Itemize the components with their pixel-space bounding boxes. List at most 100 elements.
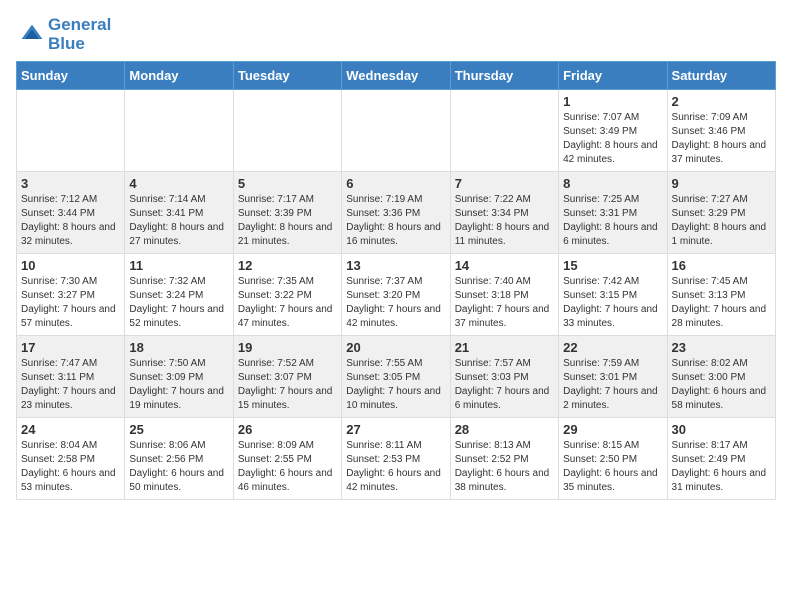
day-number: 11	[129, 258, 228, 273]
day-info: Sunrise: 7:37 AM Sunset: 3:20 PM Dayligh…	[346, 275, 445, 331]
day-number: 19	[238, 340, 337, 355]
calendar-cell: 26Sunrise: 8:09 AM Sunset: 2:55 PM Dayli…	[233, 418, 341, 500]
calendar-cell: 15Sunrise: 7:42 AM Sunset: 3:15 PM Dayli…	[559, 254, 667, 336]
day-number: 5	[238, 176, 337, 191]
calendar-cell	[125, 90, 233, 172]
day-number: 20	[346, 340, 445, 355]
calendar-cell: 19 Sunrise: 7:52 AM Sunset: 3:07 PM Dayli…	[233, 336, 341, 418]
weekday-header: Monday	[125, 62, 233, 90]
day-number: 2	[672, 94, 771, 109]
calendar-cell: 24 Sunrise: 8:04 AM Sunset: 2:58 PM Dayli…	[17, 418, 125, 500]
day-info: Sunrise: 8:15 AM Sunset: 2:50 PM Dayligh…	[563, 439, 662, 495]
calendar-cell: 6 Sunrise: 7:19 AM Sunset: 3:36 PM Daylig…	[342, 172, 450, 254]
calendar-cell: 27 Sunrise: 8:11 AM Sunset: 2:53 PM Dayli…	[342, 418, 450, 500]
day-info: Sunrise: 8:13 AM Sunset: 2:52 PM Dayligh…	[455, 439, 554, 495]
weekday-row: SundayMondayTuesdayWednesdayThursdayFrid…	[17, 62, 776, 90]
day-number: 22	[563, 340, 662, 355]
day-info: Sunrise: 7:12 AM Sunset: 3:44 PM Dayligh…	[21, 193, 120, 249]
day-info: Sunrise: 7:14 AM Sunset: 3:41 PM Dayligh…	[129, 193, 228, 249]
weekday-header: Saturday	[667, 62, 775, 90]
calendar-week-row: 1 Sunrise: 7:07 AM Sunset: 3:49 PM Daylig…	[17, 90, 776, 172]
calendar-cell: 29 Sunrise: 8:15 AM Sunset: 2:50 PM Dayli…	[559, 418, 667, 500]
day-number: 26	[238, 422, 337, 437]
day-info: Sunrise: 7:59 AM Sunset: 3:01 PM Dayligh…	[563, 357, 662, 413]
calendar-week-row: 24 Sunrise: 8:04 AM Sunset: 2:58 PM Dayli…	[17, 418, 776, 500]
day-info: Sunrise: 7:50 AM Sunset: 3:09 PM Dayligh…	[129, 357, 228, 413]
day-number: 18	[129, 340, 228, 355]
calendar-table: SundayMondayTuesdayWednesdayThursdayFrid…	[16, 61, 776, 500]
day-number: 9	[672, 176, 771, 191]
day-number: 29	[563, 422, 662, 437]
calendar-cell: 20 Sunrise: 7:55 AM Sunset: 3:05 PM Dayli…	[342, 336, 450, 418]
day-number: 13	[346, 258, 445, 273]
logo-icon	[20, 23, 44, 47]
day-info: Sunrise: 8:06 AM Sunset: 2:56 PM Dayligh…	[129, 439, 228, 495]
calendar-cell: 16 Sunrise: 7:45 AM Sunset: 3:13 PM Dayli…	[667, 254, 775, 336]
day-number: 30	[672, 422, 771, 437]
day-info: Sunrise: 7:57 AM Sunset: 3:03 PM Dayligh…	[455, 357, 554, 413]
logo: General Blue	[20, 16, 111, 53]
day-number: 12	[238, 258, 337, 273]
day-info: Sunrise: 7:55 AM Sunset: 3:05 PM Dayligh…	[346, 357, 445, 413]
day-number: 4	[129, 176, 228, 191]
day-number: 8	[563, 176, 662, 191]
day-info: Sunrise: 7:47 AM Sunset: 3:11 PM Dayligh…	[21, 357, 120, 413]
logo-text: General Blue	[48, 16, 111, 53]
day-info: Sunrise: 8:11 AM Sunset: 2:53 PM Dayligh…	[346, 439, 445, 495]
day-info: Sunrise: 7:30 AM Sunset: 3:27 PM Dayligh…	[21, 275, 120, 331]
calendar-cell: 30Sunrise: 8:17 AM Sunset: 2:49 PM Dayli…	[667, 418, 775, 500]
day-number: 27	[346, 422, 445, 437]
calendar-cell: 28 Sunrise: 8:13 AM Sunset: 2:52 PM Dayli…	[450, 418, 558, 500]
day-number: 15	[563, 258, 662, 273]
day-info: Sunrise: 8:04 AM Sunset: 2:58 PM Dayligh…	[21, 439, 120, 495]
calendar-cell: 8 Sunrise: 7:25 AM Sunset: 3:31 PM Daylig…	[559, 172, 667, 254]
calendar-week-row: 3Sunrise: 7:12 AM Sunset: 3:44 PM Daylig…	[17, 172, 776, 254]
calendar-cell: 10 Sunrise: 7:30 AM Sunset: 3:27 PM Dayli…	[17, 254, 125, 336]
calendar-body: 1 Sunrise: 7:07 AM Sunset: 3:49 PM Daylig…	[17, 90, 776, 500]
calendar-cell: 25 Sunrise: 8:06 AM Sunset: 2:56 PM Dayli…	[125, 418, 233, 500]
day-number: 25	[129, 422, 228, 437]
day-number: 14	[455, 258, 554, 273]
day-info: Sunrise: 8:02 AM Sunset: 3:00 PM Dayligh…	[672, 357, 771, 413]
calendar-cell	[342, 90, 450, 172]
day-info: Sunrise: 7:35 AM Sunset: 3:22 PM Dayligh…	[238, 275, 337, 331]
weekday-header: Tuesday	[233, 62, 341, 90]
weekday-header: Sunday	[17, 62, 125, 90]
calendar-cell: 17 Sunrise: 7:47 AM Sunset: 3:11 PM Dayli…	[17, 336, 125, 418]
day-info: Sunrise: 7:25 AM Sunset: 3:31 PM Dayligh…	[563, 193, 662, 249]
day-info: Sunrise: 7:17 AM Sunset: 3:39 PM Dayligh…	[238, 193, 337, 249]
day-info: Sunrise: 7:27 AM Sunset: 3:29 PM Dayligh…	[672, 193, 771, 249]
day-info: Sunrise: 7:40 AM Sunset: 3:18 PM Dayligh…	[455, 275, 554, 331]
day-number: 17	[21, 340, 120, 355]
calendar-cell	[17, 90, 125, 172]
day-info: Sunrise: 7:45 AM Sunset: 3:13 PM Dayligh…	[672, 275, 771, 331]
calendar-cell: 14 Sunrise: 7:40 AM Sunset: 3:18 PM Dayli…	[450, 254, 558, 336]
calendar-cell: 18 Sunrise: 7:50 AM Sunset: 3:09 PM Dayli…	[125, 336, 233, 418]
calendar-cell: 1 Sunrise: 7:07 AM Sunset: 3:49 PM Daylig…	[559, 90, 667, 172]
day-info: Sunrise: 7:19 AM Sunset: 3:36 PM Dayligh…	[346, 193, 445, 249]
calendar-header: SundayMondayTuesdayWednesdayThursdayFrid…	[17, 62, 776, 90]
calendar-cell	[233, 90, 341, 172]
calendar-cell: 12 Sunrise: 7:35 AM Sunset: 3:22 PM Dayli…	[233, 254, 341, 336]
calendar-cell: 9 Sunrise: 7:27 AM Sunset: 3:29 PM Daylig…	[667, 172, 775, 254]
day-number: 16	[672, 258, 771, 273]
page-header: General Blue	[0, 0, 792, 61]
day-number: 10	[21, 258, 120, 273]
calendar-cell: 7Sunrise: 7:22 AM Sunset: 3:34 PM Daylig…	[450, 172, 558, 254]
calendar-cell: 22 Sunrise: 7:59 AM Sunset: 3:01 PM Dayli…	[559, 336, 667, 418]
day-number: 6	[346, 176, 445, 191]
calendar-cell: 13 Sunrise: 7:37 AM Sunset: 3:20 PM Dayli…	[342, 254, 450, 336]
day-info: Sunrise: 7:07 AM Sunset: 3:49 PM Dayligh…	[563, 111, 662, 167]
calendar-cell: 11Sunrise: 7:32 AM Sunset: 3:24 PM Dayli…	[125, 254, 233, 336]
weekday-header: Thursday	[450, 62, 558, 90]
calendar-week-row: 17 Sunrise: 7:47 AM Sunset: 3:11 PM Dayli…	[17, 336, 776, 418]
day-number: 24	[21, 422, 120, 437]
calendar-cell: 4 Sunrise: 7:14 AM Sunset: 3:41 PM Daylig…	[125, 172, 233, 254]
day-number: 28	[455, 422, 554, 437]
calendar-cell: 21Sunrise: 7:57 AM Sunset: 3:03 PM Dayli…	[450, 336, 558, 418]
day-number: 1	[563, 94, 662, 109]
day-info: Sunrise: 7:52 AM Sunset: 3:07 PM Dayligh…	[238, 357, 337, 413]
calendar-wrapper: SundayMondayTuesdayWednesdayThursdayFrid…	[0, 61, 792, 508]
day-number: 23	[672, 340, 771, 355]
day-info: Sunrise: 7:22 AM Sunset: 3:34 PM Dayligh…	[455, 193, 554, 249]
